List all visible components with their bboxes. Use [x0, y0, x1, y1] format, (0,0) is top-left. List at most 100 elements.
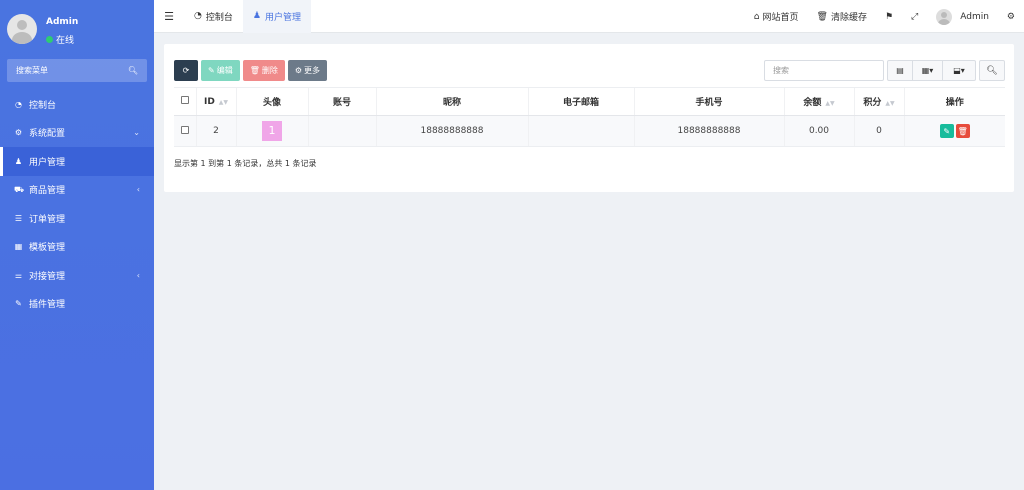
- users-table: ID ▲▼ 头像 账号 昵称 电子邮箱 手机号 余额 ▲▼ 积分 ▲▼ 操作 2 1 …: [174, 87, 1005, 147]
- settings-button[interactable]: ⚙: [998, 12, 1024, 22]
- cell-phone: 18888888888: [633, 115, 784, 147]
- language-button[interactable]: ⚑: [876, 12, 902, 22]
- sort-icon: ▲▼: [825, 100, 835, 107]
- sliders-icon: ⚌: [14, 270, 23, 280]
- cell-avatar: 1: [235, 115, 308, 147]
- plug-icon: ✎: [15, 299, 22, 309]
- topbar-user-name: Admin: [960, 11, 989, 22]
- sidebar-item-label: 对接管理: [29, 271, 66, 282]
- sidebar-item-label: 系统配置: [29, 129, 66, 140]
- more-label: 更多: [304, 66, 321, 75]
- fullscreen-icon: ⤢: [911, 11, 919, 22]
- avatar: [936, 8, 953, 25]
- content-panel: ⟳ ✎ 编辑 🗑︎ 删除 ⚙ 更多 搜索 ▤ ▦▾ ⬓▾ 🔍︎ ID ▲▼ 头像 …: [164, 44, 1014, 192]
- user-icon: ♟: [14, 156, 23, 166]
- pencil-icon: ✎: [943, 126, 951, 136]
- cell-account: [307, 115, 376, 147]
- row-delete-button[interactable]: 🗑︎: [955, 124, 970, 138]
- column-header-phone: 手机号: [633, 87, 784, 116]
- sidebar-item-label: 模板管理: [29, 243, 66, 254]
- cell-id: 2: [195, 115, 236, 147]
- delete-button[interactable]: 🗑︎ 删除: [242, 60, 285, 81]
- status-text: 在线: [56, 36, 75, 46]
- sidebar: Admin 在线 搜索菜单 🔍︎ ◔ 控制台 ⚙ 系统配置 ⌄ ♟ 用户管理 ⛟…: [0, 0, 154, 490]
- sort-icon: ▲▼: [885, 100, 895, 107]
- edit-button[interactable]: ✎ 编辑: [201, 60, 240, 81]
- sidebar-item-orders[interactable]: ☰ 订单管理: [0, 204, 154, 233]
- column-header-avatar: 头像: [235, 87, 308, 116]
- table-toolbar: ⟳ ✎ 编辑 🗑︎ 删除 ⚙ 更多: [174, 60, 328, 81]
- toggle-view-button[interactable]: ▤: [887, 60, 913, 81]
- cart-icon: ⛟: [14, 184, 25, 194]
- profile-status: 在线: [46, 33, 74, 46]
- delete-label: 删除: [261, 66, 278, 75]
- cell-nickname: 18888888888: [375, 115, 528, 147]
- advanced-search-button[interactable]: 🔍︎: [979, 60, 1005, 81]
- sidebar-item-label: 商品管理: [29, 186, 66, 197]
- table-row[interactable]: 2 1 18888888888 18888888888 0.00 0 ✎ 🗑︎: [174, 115, 1005, 147]
- sidebar-item-products[interactable]: ⛟ 商品管理 ‹: [0, 176, 154, 205]
- topbar: ☰ ◔ 控制台 ♟ 用户管理 ⌂ 网站首页 🗑︎ 清除缓存 ⚑ ⤢ Admin …: [154, 0, 1024, 33]
- column-header-id[interactable]: ID ▲▼: [195, 87, 236, 116]
- trash-icon: 🗑︎: [957, 126, 968, 136]
- gear-icon: ⚙: [294, 66, 303, 75]
- column-header-balance[interactable]: 余额 ▲▼: [783, 87, 854, 116]
- row-edit-button[interactable]: ✎: [939, 124, 954, 138]
- column-header-points[interactable]: 积分 ▲▼: [853, 87, 904, 116]
- user-icon: ♟: [252, 11, 261, 21]
- sidebar-item-label: 订单管理: [29, 214, 66, 225]
- gear-icon: ⚙: [14, 128, 23, 138]
- user-avatar: [7, 14, 37, 44]
- more-button[interactable]: ⚙ 更多: [287, 60, 328, 81]
- chevron-left-icon: ‹: [136, 270, 140, 280]
- table-tools: ▤ ▦▾ ⬓▾: [887, 60, 976, 81]
- user-menu[interactable]: Admin: [927, 8, 998, 25]
- sidebar-search-placeholder: 搜索菜单: [16, 66, 48, 75]
- sidebar-item-label: 用户管理: [29, 157, 66, 168]
- sidebar-item-integration[interactable]: ⚌ 对接管理 ‹: [0, 261, 154, 290]
- fullscreen-button[interactable]: ⤢: [902, 12, 927, 22]
- topbar-actions: ⌂ 网站首页 🗑︎ 清除缓存 ⚑ ⤢ Admin ⚙: [745, 0, 1024, 33]
- trash-icon: 🗑︎: [249, 66, 260, 75]
- sidebar-item-label: 插件管理: [29, 300, 66, 311]
- chevron-down-icon: ⌄: [133, 128, 140, 138]
- home-link[interactable]: ⌂ 网站首页: [745, 10, 808, 24]
- sidebar-item-system-config[interactable]: ⚙ 系统配置 ⌄: [0, 119, 154, 148]
- clear-cache-button[interactable]: 🗑︎ 清除缓存: [808, 10, 876, 24]
- sidebar-item-dashboard[interactable]: ◔ 控制台: [0, 90, 154, 119]
- table-search-input[interactable]: 搜索: [764, 60, 884, 81]
- column-header-email: 电子邮箱: [527, 87, 634, 116]
- sort-icon: ▲▼: [218, 98, 229, 106]
- select-all-cell[interactable]: [174, 87, 196, 116]
- export-button[interactable]: ⬓▾: [943, 60, 976, 81]
- sidebar-item-plugins[interactable]: ✎ 插件管理: [0, 290, 154, 319]
- tab-user-management[interactable]: ♟ 用户管理: [242, 0, 311, 33]
- home-icon: ⌂: [753, 11, 760, 22]
- home-label: 网站首页: [762, 13, 799, 23]
- row-checkbox[interactable]: [180, 125, 189, 134]
- dashboard-icon: ◔: [194, 11, 202, 21]
- profile-name: Admin: [46, 17, 79, 27]
- sidebar-item-label: 控制台: [29, 100, 57, 111]
- tab-dashboard[interactable]: ◔ 控制台: [184, 0, 243, 33]
- table-header-row: ID ▲▼ 头像 账号 昵称 电子邮箱 手机号 余额 ▲▼ 积分 ▲▼ 操作: [174, 87, 1005, 116]
- column-header-nickname: 昵称: [375, 87, 528, 116]
- chevron-left-icon: ‹: [136, 185, 140, 195]
- sidebar-item-users[interactable]: ♟ 用户管理: [0, 147, 154, 176]
- sidebar-search-input[interactable]: 搜索菜单 🔍︎: [7, 59, 147, 82]
- refresh-button[interactable]: ⟳: [174, 60, 198, 81]
- column-header-actions: 操作: [903, 87, 1005, 116]
- export-icon: ⬓▾: [953, 66, 965, 75]
- tab-label: 控制台: [205, 12, 233, 23]
- avatar: 1: [262, 121, 282, 141]
- table-search-placeholder: 搜索: [773, 66, 789, 75]
- row-select-cell[interactable]: [174, 115, 196, 147]
- sidebar-item-templates[interactable]: ▦ 模板管理: [0, 233, 154, 262]
- select-all-checkbox[interactable]: [180, 96, 189, 104]
- table-icon: ▤: [896, 66, 904, 75]
- menu-toggle-icon[interactable]: ☰: [154, 10, 184, 23]
- trash-icon: 🗑︎: [816, 11, 828, 22]
- columns-button[interactable]: ▦▾: [913, 60, 943, 81]
- search-icon[interactable]: 🔍︎: [128, 66, 138, 75]
- tab-label: 用户管理: [264, 12, 301, 23]
